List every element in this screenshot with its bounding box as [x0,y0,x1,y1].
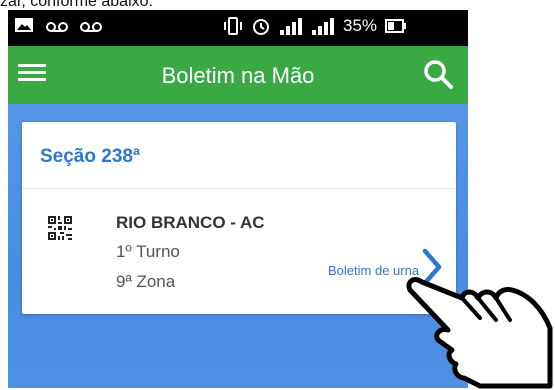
alarm-icon [253,19,269,35]
status-bar: 35% [8,10,468,46]
turno-label: 1º Turno [116,242,180,261]
signal-icon [280,18,302,35]
signal-icon-2 [312,18,334,35]
city-label: RIO BRANCO - AC [116,213,265,232]
search-icon[interactable] [422,58,454,90]
card-header: Seção 238ª [22,122,456,189]
phone-screen: 35% Boletim na Mão Seção 238ª RIO BRANCO… [8,10,468,388]
qr-code-icon [48,216,72,240]
voicemail-icon [46,22,68,32]
pointing-hand-icon [406,277,553,389]
image-notification-icon [15,18,33,32]
app-bar: Boletim na Mão [8,46,468,104]
section-title: Seção 238ª [40,146,140,167]
app-title: Boletim na Mão [161,63,315,88]
vibrate-icon [224,17,242,35]
section-card[interactable]: Seção 238ª RIO BRANCO - AC 1º Turno 9ª Z… [22,122,456,314]
zona-label: 9ª Zona [116,272,176,291]
status-bar-right: 35% [223,16,407,36]
status-bar-left [14,16,102,34]
voicemail-icon-2 [80,22,102,32]
battery-icon [385,19,407,33]
battery-percent: 35% [343,16,378,35]
